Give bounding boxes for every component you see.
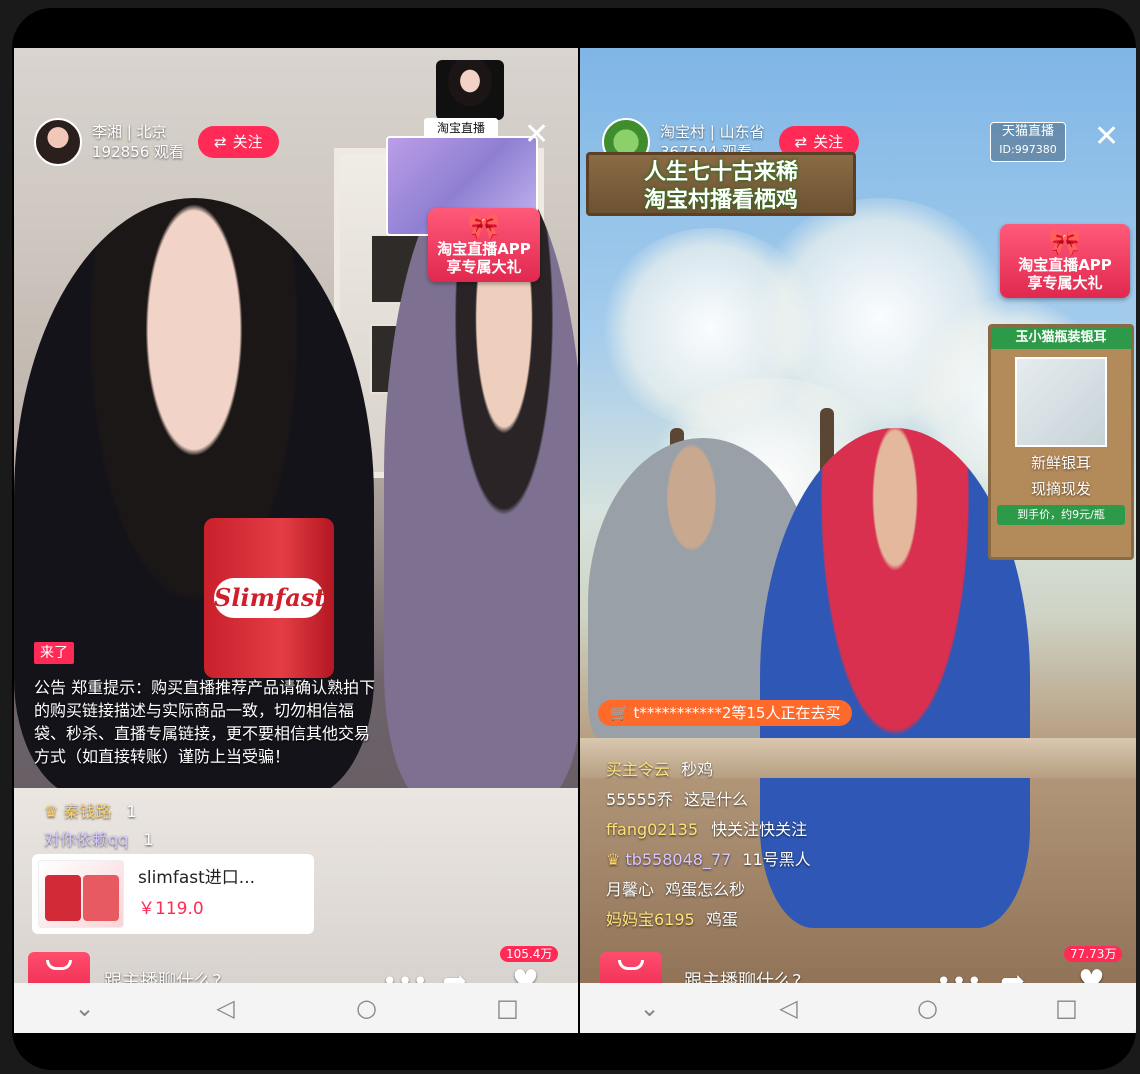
host-info-bar: 李湘 | 北京 192856 观看 ⇄ 关注 <box>34 118 279 166</box>
list-item: ♛ 秦钱路 1 <box>44 802 137 821</box>
list-item: ffang02135 快关注快关注 <box>606 820 808 839</box>
promo-gift-badge[interactable]: 🎀 淘宝直播APP 享专属大礼 <box>428 208 540 282</box>
gift-bow-icon: 🎀 <box>1048 228 1082 258</box>
chevron-down-icon[interactable]: ⌄ <box>630 996 670 1020</box>
list-item: 买主令云 秒鸡 <box>606 760 714 779</box>
recents-square-icon[interactable]: □ <box>1047 996 1087 1020</box>
list-item: 对你依赖qq 1 <box>44 830 154 849</box>
close-icon[interactable]: ✕ <box>1094 122 1119 152</box>
product-title: slimfast进口... <box>138 868 255 888</box>
phone-frame: Slimfast 李湘 | 北京 192856 观看 ⇄ 关注 淘宝直播 ✕ 🎀… <box>12 8 1136 1070</box>
slimfast-can: Slimfast <box>204 518 334 678</box>
home-circle-icon[interactable]: ○ <box>347 996 387 1020</box>
cart-icon: 🛒 <box>610 704 629 722</box>
android-nav-bar: ⌄ ◁ ○ □ <box>580 983 1136 1033</box>
mini-host-thumbnail[interactable] <box>436 60 504 120</box>
live-badge: 淘宝直播 <box>424 118 498 138</box>
recents-square-icon[interactable]: □ <box>488 996 528 1020</box>
list-item: ♛ tb558048_77 11号黑人 <box>606 850 811 869</box>
home-circle-icon[interactable]: ○ <box>908 996 948 1020</box>
list-item: 55555乔 这是什么 <box>606 790 749 809</box>
stream-title-board: 人生七十古来稀 淘宝村播看栖鸡 <box>586 152 856 216</box>
viewer-count: 192856 观看 <box>92 143 185 161</box>
product-promo-panel[interactable]: 玉小猫瓶装银耳 新鲜银耳 现摘现发 到手价，约9元/瓶 <box>988 324 1134 560</box>
follow-button[interactable]: ⇄ 关注 <box>198 126 279 158</box>
bag-icon <box>46 960 72 970</box>
like-count: 77.73万 <box>1064 946 1123 962</box>
back-triangle-icon[interactable]: ◁ <box>206 996 246 1020</box>
list-item: 妈妈宝6195 鸡蛋 <box>606 910 738 929</box>
crown-icon: ♛ <box>44 802 64 821</box>
announcement-text: 公告 郑重提示：购买直播推荐产品请确认熟拍下的购买链接描述与实际商品一致，切勿相… <box>34 678 376 766</box>
chevron-down-icon[interactable]: ⌄ <box>65 996 105 1020</box>
right-live-stream: 淘宝村 | 山东省 367504 观看 ⇄ 关注 天猫直播 ID:997380 … <box>580 48 1136 1023</box>
crown-icon: ♛ <box>606 850 626 869</box>
host-name: 淘宝村 | 山东省 <box>660 123 765 141</box>
entry-notice: 来了 <box>34 642 74 664</box>
like-count: 105.4万 <box>500 946 559 962</box>
product-photo <box>1015 357 1107 447</box>
gift-bow-icon: 🎀 <box>467 212 501 242</box>
back-triangle-icon[interactable]: ◁ <box>769 996 809 1020</box>
list-item: 月馨心 鸡蛋怎么秒 <box>606 880 746 899</box>
promo-gift-badge[interactable]: 🎀 淘宝直播APP 享专属大礼 <box>1000 224 1130 298</box>
tmall-live-badge: 天猫直播 ID:997380 <box>990 122 1066 162</box>
host-name: 李湘 | 北京 <box>92 123 167 141</box>
android-nav-bar: ⌄ ◁ ○ □ <box>14 983 578 1033</box>
product-thumbnail <box>38 860 124 928</box>
avatar[interactable] <box>34 118 82 166</box>
product-card[interactable]: slimfast进口... ￥119.0 <box>32 854 314 934</box>
left-live-stream: Slimfast 李湘 | 北京 192856 观看 ⇄ 关注 淘宝直播 ✕ 🎀… <box>14 48 578 1023</box>
close-icon[interactable]: ✕ <box>524 120 549 150</box>
buying-notification: 🛒 t***********2等15人正在去买 <box>598 700 853 726</box>
product-price: ￥119.0 <box>138 899 204 919</box>
bag-icon <box>618 960 644 970</box>
follow-icon: ⇄ <box>214 133 227 151</box>
